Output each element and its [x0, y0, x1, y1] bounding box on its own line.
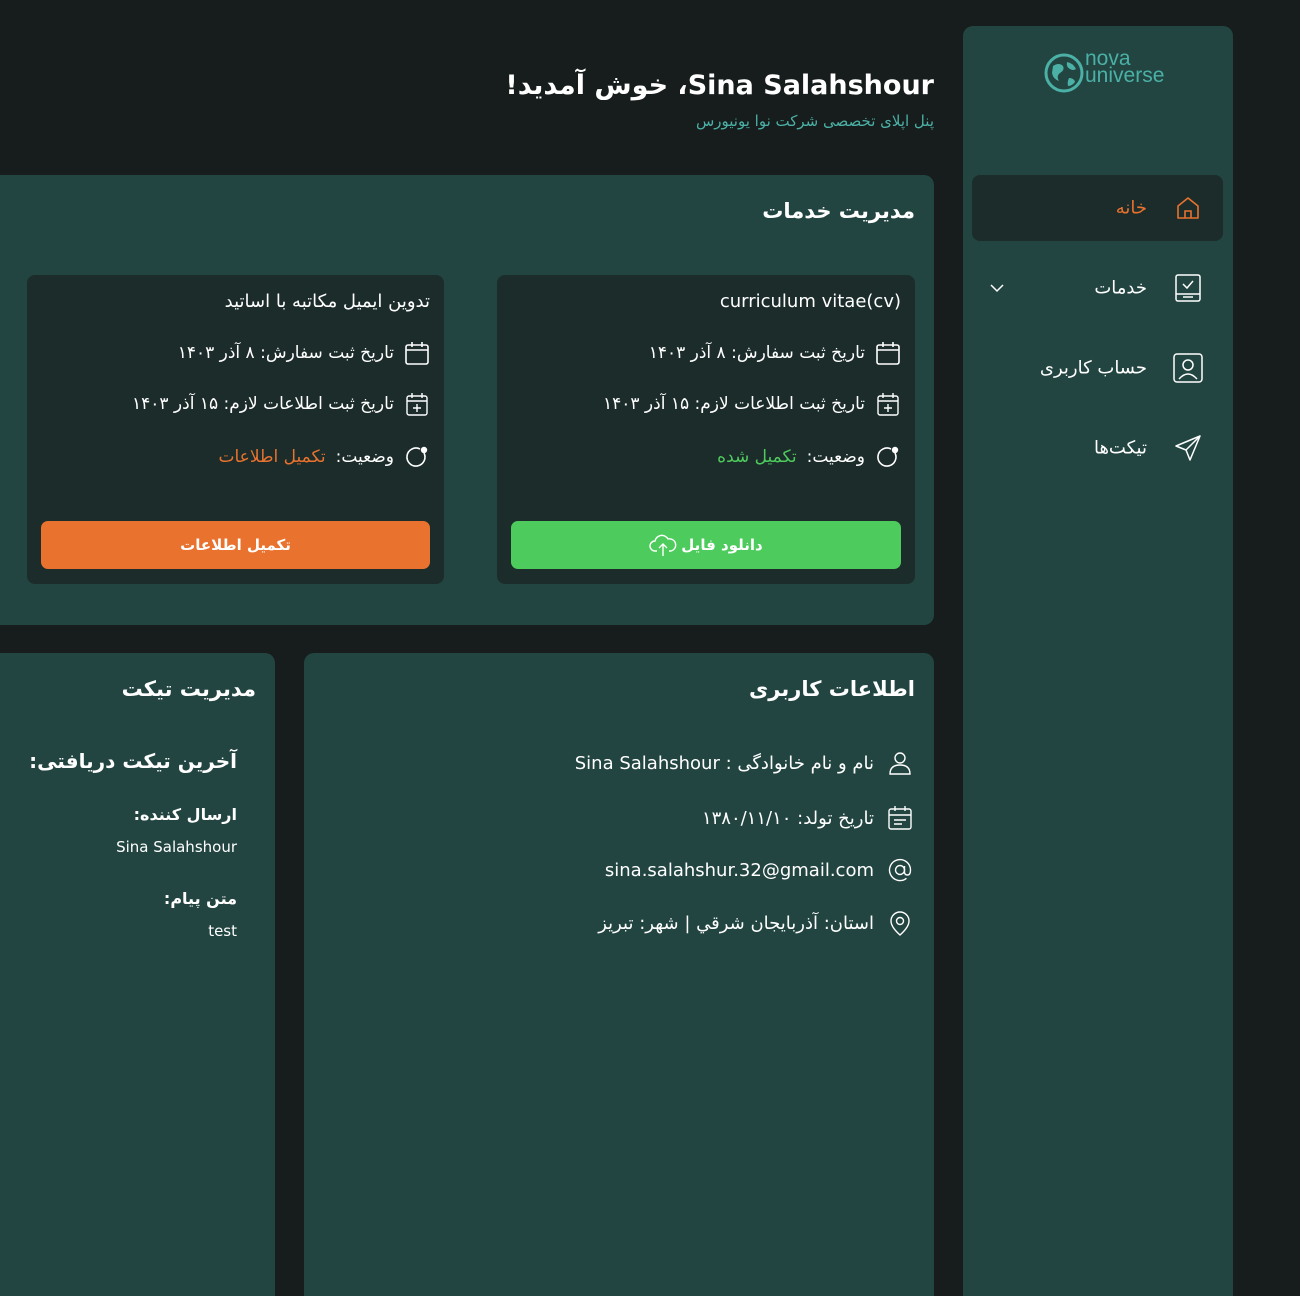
download-file-button[interactable]: دانلود فایل — [511, 521, 901, 569]
status-icon — [877, 446, 899, 467]
sender-value: Sina Salahshour — [116, 838, 237, 856]
user-name: نام و نام خانوادگی : Sina Salahshour — [574, 752, 874, 774]
message-label: متن پیام: — [163, 889, 237, 908]
calendar-plus-icon — [877, 393, 899, 416]
user-icon — [1173, 353, 1203, 383]
send-icon — [1175, 435, 1201, 461]
order-date-row: تاریخ ثبت سفارش: ۸ آذر ۱۴۰۳ — [178, 338, 430, 368]
status-badge: تکمیل اطلاعات — [218, 447, 326, 467]
user-info-title: اطلاعات کاربری — [749, 677, 915, 701]
clipboard-icon — [1175, 274, 1201, 302]
user-name-row: نام و نام خانوادگی : Sina Salahshour — [575, 746, 914, 780]
brand-logo[interactable]: nova universe — [1043, 48, 1173, 96]
status-icon — [406, 446, 428, 467]
sidebar-item-label: تیکت‌ها — [1093, 437, 1147, 459]
status-label: وضعیت: — [806, 447, 865, 467]
status-row: وضعیت: تکمیل اطلاعات — [219, 442, 431, 472]
email-row: sina.salahshur.32@gmail.com — [605, 853, 914, 887]
info-date-row: تاریخ ثبت اطلاعات لازم: ۱۵ آذر ۱۴۰۳ — [132, 389, 430, 419]
user-icon — [889, 752, 911, 775]
info-date: تاریخ ثبت اطلاعات لازم: ۱۵ آذر ۱۴۰۳ — [132, 394, 394, 414]
service-card-title: تدوین ایمیل مکاتبه با اساتید — [224, 291, 430, 312]
button-label: دانلود فایل — [681, 536, 763, 554]
sidebar-item-tickets[interactable]: تیکت‌ها — [972, 415, 1223, 481]
calendar-icon — [888, 806, 912, 830]
cloud-upload-icon — [649, 534, 677, 556]
service-card-title: curriculum vitae(cv) — [719, 291, 901, 312]
sender-label: ارسال کننده: — [133, 805, 237, 824]
birth-date: تاریخ تولد: ۱۳۸۰/۱۱/۱۰ — [701, 807, 874, 829]
user-info-panel: اطلاعات کاربری نام و نام خانوادگی : Sina… — [304, 653, 934, 1296]
sidebar-item-account[interactable]: حساب کاربری — [972, 335, 1223, 401]
status-badge: تکمیل شده — [717, 447, 797, 467]
sidebar-item-label: خانه — [1115, 197, 1147, 219]
globe-icon — [1044, 53, 1084, 93]
ticket-title: مدیریت تیکت — [121, 677, 256, 701]
services-panel: مدیریت خدمات curriculum vitae(cv) تاریخ … — [0, 175, 934, 625]
order-date: تاریخ ثبت سفارش: ۸ آذر ۱۴۰۳ — [648, 343, 865, 363]
services-title: مدیریت خدمات — [762, 199, 915, 223]
sidebar-item-home[interactable]: خانه — [972, 175, 1223, 241]
page-title: Sina Salahshour، خوش آمدید! — [505, 70, 934, 101]
service-card: تدوین ایمیل مکاتبه با اساتید تاریخ ثبت س… — [27, 275, 444, 584]
message-value: test — [208, 922, 237, 940]
user-email: sina.salahshur.32@gmail.com — [604, 859, 874, 881]
user-location: استان: آذربايجان شرقي | شهر: تبريز — [598, 912, 874, 934]
info-date-row: تاریخ ثبت اطلاعات لازم: ۱۵ آذر ۱۴۰۳ — [603, 389, 901, 419]
calendar-plus-icon — [406, 393, 428, 416]
complete-info-button[interactable]: تکمیل اطلاعات — [41, 521, 430, 569]
status-label: وضعیت: — [335, 447, 394, 467]
sidebar-item-label: حساب کاربری — [1039, 357, 1147, 379]
at-icon — [888, 858, 912, 882]
brand-name: nova universe — [1085, 48, 1165, 87]
home-icon — [1177, 197, 1199, 219]
button-label: تکمیل اطلاعات — [180, 536, 291, 554]
sidebar-item-services[interactable]: خدمات — [972, 255, 1223, 321]
sidebar-item-label: خدمات — [1094, 277, 1147, 299]
location-icon — [890, 911, 910, 936]
birth-date-row: تاریخ تولد: ۱۳۸۰/۱۱/۱۰ — [702, 801, 914, 835]
status-row: وضعیت: تکمیل شده — [717, 442, 901, 472]
location-row: استان: آذربايجان شرقي | شهر: تبريز — [598, 906, 914, 940]
order-date-row: تاریخ ثبت سفارش: ۸ آذر ۱۴۰۳ — [649, 338, 901, 368]
calendar-icon — [405, 342, 429, 365]
ticket-panel: مدیریت تیکت آخرین تیکت دریافتی: ارسال کن… — [0, 653, 275, 1296]
service-card: curriculum vitae(cv) تاریخ ثبت سفارش: ۸ … — [497, 275, 915, 584]
info-date: تاریخ ثبت اطلاعات لازم: ۱۵ آذر ۱۴۰۳ — [603, 394, 865, 414]
brand-line-2: universe — [1085, 64, 1165, 87]
order-date: تاریخ ثبت سفارش: ۸ آذر ۱۴۰۳ — [177, 343, 394, 363]
page-subtitle: پنل اپلای تخصصی شرکت نوا یونیورس — [695, 112, 934, 130]
calendar-icon — [876, 342, 900, 365]
sidebar: nova universe خانه خدمات حساب کاربری تیک… — [963, 26, 1233, 1296]
chevron-down-icon[interactable] — [988, 279, 1006, 297]
last-ticket-heading: آخرین تیکت دریافتی: — [29, 749, 237, 773]
